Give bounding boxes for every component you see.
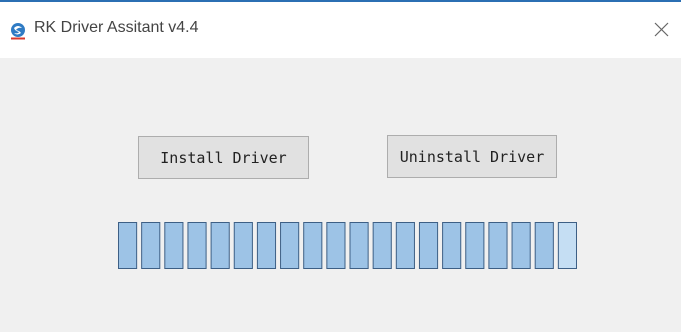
rk-logo-icon — [9, 22, 27, 40]
progress-segment — [372, 222, 392, 269]
close-button[interactable] — [646, 14, 676, 44]
app-window: RK Driver Assitant v4.4 Install Driver U… — [0, 0, 681, 332]
install-driver-button[interactable]: Install Driver — [138, 136, 309, 179]
progress-segment — [465, 222, 485, 269]
progress-segment — [210, 222, 230, 269]
progress-segment — [164, 222, 184, 269]
progress-segment — [418, 222, 439, 269]
progress-segment — [326, 222, 346, 269]
progress-segment — [557, 222, 577, 269]
progress-segment — [442, 222, 462, 269]
progress-segment — [256, 222, 277, 269]
progress-segment — [118, 222, 138, 269]
progress-segment — [303, 222, 323, 269]
title-bar[interactable]: RK Driver Assitant v4.4 — [0, 2, 681, 58]
close-icon — [654, 22, 669, 37]
progress-segment — [280, 222, 300, 269]
progress-segment — [141, 222, 161, 269]
uninstall-driver-button[interactable]: Uninstall Driver — [387, 135, 557, 178]
window-title: RK Driver Assitant v4.4 — [34, 19, 199, 36]
progress-segment — [187, 222, 207, 269]
progress-segment — [534, 222, 554, 269]
progress-bar — [118, 222, 577, 269]
progress-segment — [349, 222, 369, 269]
progress-segment — [488, 222, 508, 269]
progress-segment — [395, 222, 415, 269]
progress-segment — [511, 222, 531, 269]
progress-segment — [233, 222, 253, 269]
